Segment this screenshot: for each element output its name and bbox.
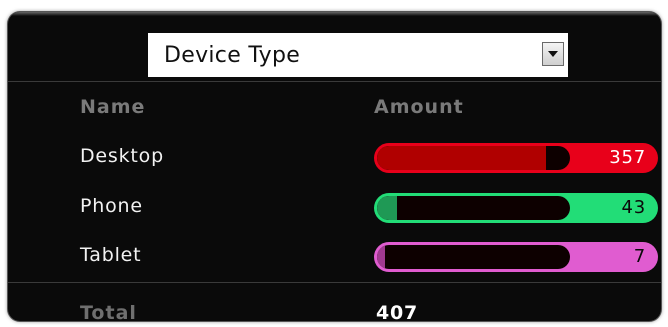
amount-bar-track [377, 245, 570, 269]
total-label: Total [80, 302, 137, 321]
amount-bar-track [377, 146, 570, 170]
device-type-dropdown[interactable]: Device Type [148, 33, 568, 77]
device-type-panel: Device Type Name Amount Desktop 357 Phon… [8, 12, 661, 321]
amount-value-phone: 43 [621, 197, 646, 218]
row-name-tablet: Tablet [80, 244, 142, 266]
amount-bar-fill [377, 146, 546, 170]
header-divider [8, 81, 661, 82]
amount-bar-track [377, 196, 570, 220]
total-value: 407 [376, 302, 419, 321]
column-header-amount: Amount [374, 96, 464, 118]
amount-bar-fill [377, 196, 397, 220]
amount-bar-phone: 43 [374, 193, 658, 223]
amount-bar-desktop: 357 [374, 143, 658, 173]
total-divider [8, 282, 661, 283]
chevron-down-icon[interactable] [542, 42, 564, 66]
column-header-name: Name [80, 96, 146, 118]
row-name-phone: Phone [80, 195, 143, 217]
amount-value-desktop: 357 [609, 147, 646, 168]
amount-bar-tablet: 7 [374, 242, 658, 272]
row-name-desktop: Desktop [80, 145, 164, 167]
amount-bar-fill [377, 245, 385, 269]
dropdown-selected-value: Device Type [164, 42, 301, 68]
amount-value-tablet: 7 [633, 246, 646, 267]
